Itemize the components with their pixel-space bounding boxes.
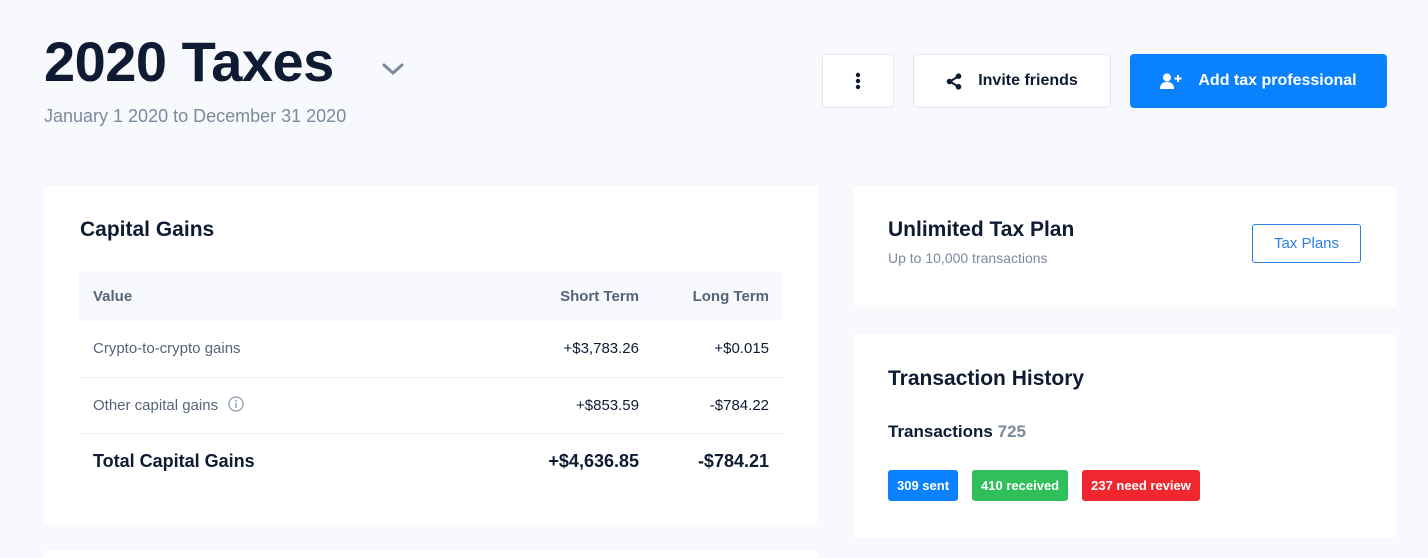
plan-title: Unlimited Tax Plan: [888, 218, 1075, 241]
row-label-cell: Other capital gains: [79, 377, 459, 434]
column-header-value: Value: [79, 271, 459, 321]
table-row: Crypto-to-crypto gains +$3,783.26 +$0.01…: [79, 321, 783, 378]
chevron-down-icon[interactable]: [380, 60, 406, 78]
transaction-badges: 309 sent 410 received 237 need review: [888, 470, 1214, 501]
total-label: Total Capital Gains: [93, 450, 255, 471]
add-user-icon: [1160, 73, 1182, 89]
table-header-row: Value Short Term Long Term: [79, 271, 783, 321]
row-short-term: +$3,783.26: [459, 321, 639, 378]
total-short-term: +$4,636.85: [548, 450, 639, 471]
next-card: [44, 550, 818, 558]
transaction-history-title: Transaction History: [888, 367, 1085, 390]
invite-friends-button[interactable]: Invite friends: [913, 54, 1111, 108]
capital-gains-title: Capital Gains: [80, 218, 215, 241]
sent-badge[interactable]: 309 sent: [888, 470, 959, 501]
need-review-badge[interactable]: 237 need review: [1082, 470, 1200, 501]
plan-subtitle: Up to 10,000 transactions: [888, 250, 1048, 266]
row-label: Other capital gains: [93, 396, 219, 414]
tax-plans-button[interactable]: Tax Plans: [1252, 224, 1361, 263]
capital-gains-table: Value Short Term Long Term Crypto-to-cry…: [79, 271, 783, 489]
share-icon: [946, 72, 962, 90]
info-icon[interactable]: [228, 396, 244, 412]
page-title: 2020 Taxes: [44, 30, 334, 93]
received-badge[interactable]: 410 received: [972, 470, 1069, 501]
transactions-count: 725: [997, 422, 1026, 441]
row-short-term: +$853.59: [459, 377, 639, 434]
capital-gains-card: Capital Gains Value Short Term Long Term…: [44, 186, 818, 524]
more-options-button[interactable]: [822, 54, 894, 108]
transactions-summary: Transactions 725: [888, 422, 1026, 442]
row-long-term: +$0.015: [639, 321, 783, 378]
add-tax-professional-button[interactable]: Add tax professional: [1130, 54, 1387, 108]
column-header-long-term: Long Term: [639, 271, 783, 321]
transaction-history-card: Transaction History Transactions 725 309…: [853, 334, 1396, 538]
table-row: Other capital gains +$853.59 -$784.22: [79, 377, 783, 434]
total-row: Total Capital Gains +$4,636.85 -$784.21: [79, 433, 783, 489]
transactions-label: Transactions: [888, 422, 993, 441]
tax-plan-card: Unlimited Tax Plan Up to 10,000 transact…: [853, 186, 1396, 307]
row-label: Crypto-to-crypto gains: [79, 321, 459, 378]
column-header-short-term: Short Term: [459, 271, 639, 321]
date-range: January 1 2020 to December 31 2020: [44, 106, 347, 126]
total-long-term: -$784.21: [697, 450, 769, 471]
invite-friends-label: Invite friends: [978, 72, 1078, 89]
add-tax-professional-label: Add tax professional: [1198, 72, 1357, 89]
row-long-term: -$784.22: [639, 377, 783, 434]
more-vertical-icon: [855, 72, 861, 90]
